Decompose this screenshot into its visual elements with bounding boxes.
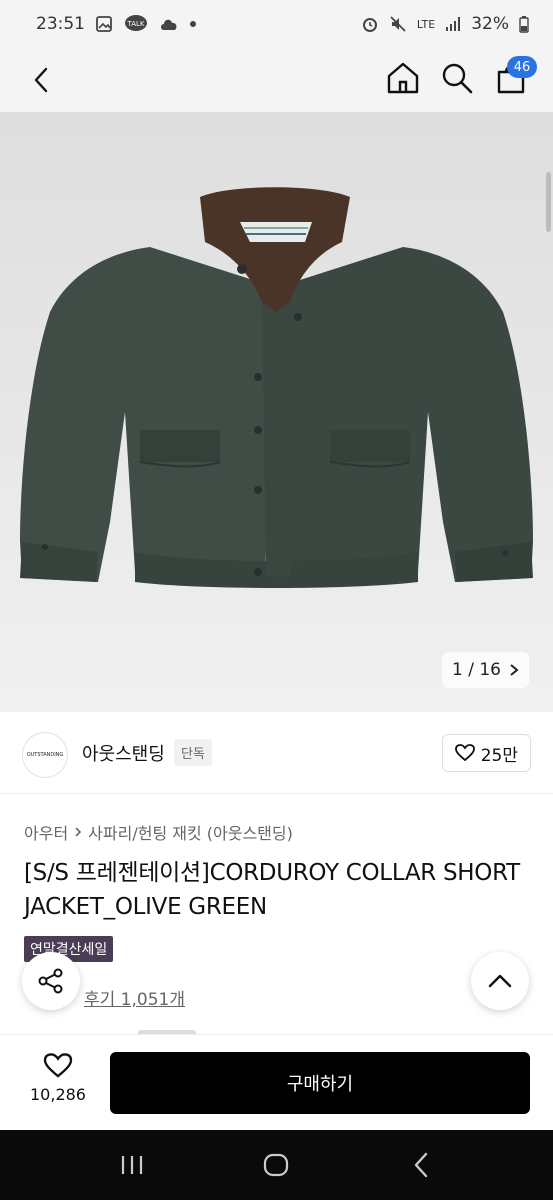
brand-name[interactable]: 아웃스탠딩 (82, 740, 165, 766)
home-icon (387, 62, 419, 94)
home-button[interactable] (383, 58, 423, 98)
brand-row: OUTSTANDING 아웃스탠딩 단독 25만 (0, 712, 553, 794)
home-circle-icon (264, 1153, 289, 1177)
brand-logo[interactable]: OUTSTANDING (22, 732, 68, 778)
gallery-icon (95, 15, 113, 33)
chevron-up-icon (488, 974, 512, 988)
image-counter-text: 1 / 16 (452, 660, 501, 680)
breadcrumb-level1[interactable]: 아우터 (24, 820, 68, 844)
search-button[interactable] (437, 58, 477, 98)
image-counter[interactable]: 1 / 16 (442, 652, 529, 688)
product-image-gallery[interactable]: 1 / 16 (0, 112, 553, 712)
mute-icon (389, 15, 407, 33)
brand-like-button[interactable]: 25만 (441, 734, 531, 772)
heart-icon (454, 744, 475, 762)
share-icon (38, 968, 63, 994)
wishlist-count: 10,286 (30, 1085, 86, 1104)
chevron-left-icon (34, 67, 48, 93)
recent-apps-icon (122, 1156, 143, 1174)
nav-icons: 46 (383, 56, 537, 98)
heart-icon (43, 1053, 73, 1078)
status-right: LTE 32% (361, 14, 529, 34)
status-time: 23:51 (36, 14, 85, 34)
reviews-link[interactable]: 후기 1,051개 (84, 985, 185, 1010)
status-left: 23:51 TALK (36, 14, 197, 34)
buy-button[interactable]: 구매하기 (110, 1052, 530, 1114)
wishlist-button[interactable]: 10,286 (22, 1053, 94, 1104)
exclusive-badge: 단독 (174, 739, 212, 766)
top-nav: 46 (0, 48, 553, 112)
product-title: [S/S 프레젠테이션]CORDUROY COLLAR SHORT JACKET… (24, 860, 520, 920)
back-button[interactable] (22, 60, 62, 100)
search-icon (442, 63, 473, 94)
chevron-right-icon (75, 827, 82, 837)
signal-icon (445, 16, 461, 32)
home-system-button[interactable] (246, 1135, 306, 1195)
recent-apps-button[interactable] (102, 1135, 162, 1195)
purchase-bar: 10,286 구매하기 (0, 1034, 553, 1130)
system-back-button[interactable] (391, 1135, 451, 1195)
status-bar: 23:51 TALK LTE 32% (0, 0, 553, 48)
chevron-right-icon (510, 664, 519, 676)
dot-icon (189, 20, 197, 28)
back-arrow-icon (414, 1152, 428, 1178)
scroll-top-button[interactable] (471, 952, 529, 1010)
breadcrumb: 아우터 사파리/헌팅 재킷 (아웃스탠딩) (24, 820, 293, 844)
network-type: LTE (416, 17, 436, 31)
cloud-icon (159, 17, 179, 31)
kakaotalk-icon: TALK (123, 14, 149, 34)
battery-icon (519, 15, 529, 33)
brand-like-count: 25만 (480, 745, 518, 766)
cart-button[interactable]: 46 (491, 56, 537, 98)
breadcrumb-level2[interactable]: 사파리/헌팅 재킷 (아웃스탠딩) (88, 820, 293, 844)
jacket-image (20, 187, 533, 588)
battery-percent: 32% (471, 14, 509, 34)
cart-badge: 46 (507, 56, 537, 78)
alarm-icon (361, 15, 379, 33)
system-nav-bar (0, 1130, 553, 1200)
svg-text:TALK: TALK (126, 20, 144, 28)
brand-logo-text: OUTSTANDING (26, 752, 64, 758)
share-button[interactable] (22, 952, 80, 1010)
